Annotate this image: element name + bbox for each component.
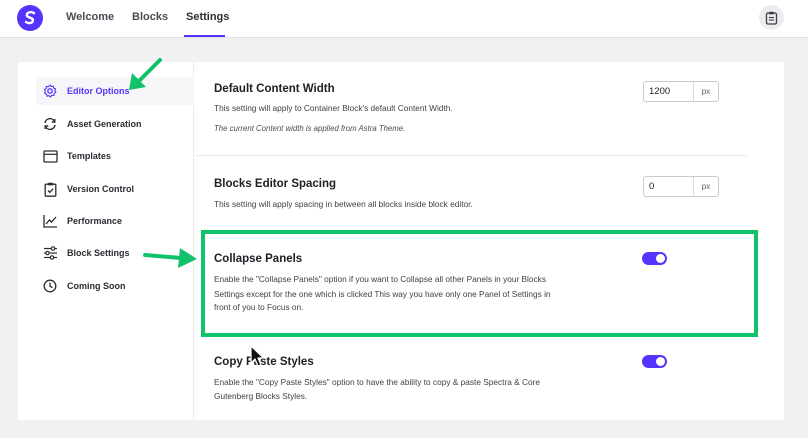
spacing-input[interactable]: 0 px	[643, 176, 719, 197]
sidebar-item-label: Version Control	[67, 184, 135, 194]
sidebar-item-label: Editor Options	[67, 86, 130, 96]
unit-label: px	[701, 182, 711, 191]
sidebar-item-label: Asset Generation	[67, 119, 142, 129]
clipboard-check-icon	[42, 181, 58, 197]
content-width-note: The current Content width is applied fro…	[214, 124, 406, 133]
settings-sidebar: Editor Options Asset Generation Template…	[18, 62, 194, 420]
spacing-value[interactable]: 0	[644, 177, 694, 196]
copy-paste-desc-1: Enable the "Copy Paste Styles" option to…	[214, 377, 540, 387]
content-width-input[interactable]: 1200 px	[643, 81, 719, 102]
copy-paste-desc-2: Gutenberg Blocks Styles.	[214, 391, 308, 401]
sidebar-item-performance[interactable]: Performance	[36, 207, 194, 235]
copy-paste-toggle[interactable]	[642, 355, 667, 368]
sidebar-item-templates[interactable]: Templates	[36, 142, 194, 170]
sidebar-item-label: Templates	[67, 151, 111, 161]
sidebar-item-label: Performance	[67, 216, 123, 226]
window-icon	[42, 148, 58, 164]
clipboard-icon[interactable]	[759, 5, 784, 30]
sidebar-item-asset-generation[interactable]: Asset Generation	[36, 110, 194, 138]
gear-icon	[42, 83, 58, 99]
highlight-box	[201, 230, 758, 337]
top-header: Welcome Blocks Settings	[0, 0, 808, 38]
toggle-knob	[656, 357, 665, 366]
chart-line-icon	[42, 213, 58, 229]
content-width-title: Default Content Width	[214, 83, 335, 95]
content-width-desc: This setting will apply to Container Blo…	[214, 103, 453, 113]
refresh-icon	[42, 116, 58, 132]
arrow-icon	[129, 58, 162, 90]
tab-welcome[interactable]: Welcome	[66, 11, 114, 23]
clock-icon	[42, 278, 58, 294]
sidebar-item-label: Coming Soon	[67, 281, 126, 291]
sidebar-item-coming-soon[interactable]: Coming Soon	[36, 272, 194, 300]
section-divider	[196, 155, 747, 156]
arrow-icon	[143, 248, 197, 268]
sidebar-item-version-control[interactable]: Version Control	[36, 175, 194, 203]
content-width-value[interactable]: 1200	[644, 82, 694, 101]
mouse-cursor-icon	[250, 345, 265, 367]
spacing-title: Blocks Editor Spacing	[214, 178, 337, 190]
sidebar-item-editor-options[interactable]: Editor Options	[36, 77, 194, 105]
spacing-desc: This setting will apply spacing in betwe…	[214, 199, 473, 209]
active-tab-indicator	[184, 35, 225, 37]
sliders-icon	[42, 245, 58, 261]
unit-label: px	[701, 87, 711, 96]
spectra-logo-icon[interactable]	[17, 5, 43, 31]
tab-settings[interactable]: Settings	[186, 11, 229, 23]
sidebar-item-label: Block Settings	[67, 248, 130, 258]
tab-blocks[interactable]: Blocks	[132, 11, 168, 23]
